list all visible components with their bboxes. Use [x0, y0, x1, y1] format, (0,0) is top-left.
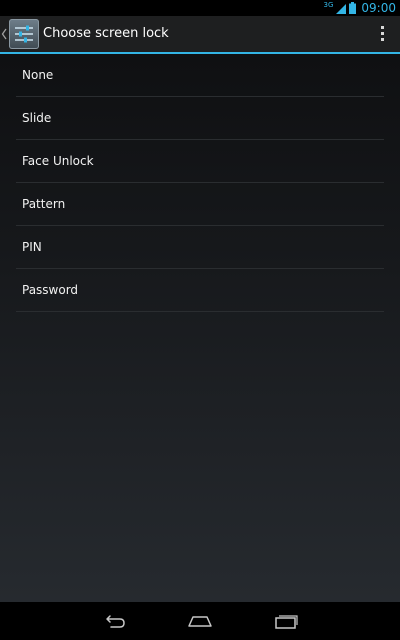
clock: 09:00	[361, 1, 396, 15]
recent-apps-button[interactable]	[256, 606, 316, 636]
overflow-dot	[381, 32, 384, 35]
navigation-bar	[0, 602, 400, 640]
signal-icon	[336, 0, 347, 18]
overflow-dot	[381, 26, 384, 29]
list-item-label: None	[22, 68, 54, 82]
list-item-slide[interactable]: Slide	[16, 97, 384, 140]
screen: 3G 09:00 Choose screen lock None Slide F…	[0, 0, 400, 640]
screen-lock-options-panel: None Slide Face Unlock Pattern PIN Passw…	[0, 54, 400, 602]
list-item-label: Slide	[22, 111, 52, 125]
list-item-pattern[interactable]: Pattern	[16, 183, 384, 226]
home-button[interactable]	[170, 606, 230, 636]
battery-icon	[349, 0, 357, 18]
status-icons: 3G 09:00	[324, 0, 396, 16]
back-button[interactable]	[85, 606, 145, 636]
list-item-none[interactable]: None	[16, 54, 384, 97]
list-item-face-unlock[interactable]: Face Unlock	[16, 140, 384, 183]
list-item-label: Face Unlock	[22, 154, 94, 168]
overflow-menu-icon[interactable]	[378, 26, 388, 44]
list-item-pin[interactable]: PIN	[16, 226, 384, 269]
status-bar: 3G 09:00	[0, 0, 400, 16]
list-item-label: Password	[22, 283, 79, 297]
action-bar: Choose screen lock	[0, 16, 400, 52]
list-item-label: PIN	[22, 240, 42, 254]
chevron-left-icon	[1, 25, 7, 43]
screen-lock-options-list: None Slide Face Unlock Pattern PIN Passw…	[16, 54, 384, 312]
home-icon	[170, 606, 230, 636]
settings-icon	[9, 19, 39, 49]
network-type-label: 3G	[323, 1, 334, 9]
list-item-label: Pattern	[22, 197, 66, 211]
list-item-password[interactable]: Password	[16, 269, 384, 312]
back-icon	[85, 606, 145, 636]
up-navigation-button[interactable]	[0, 16, 40, 52]
page-title: Choose screen lock	[43, 26, 169, 41]
recent-apps-icon	[256, 606, 316, 636]
overflow-dot	[381, 38, 384, 41]
